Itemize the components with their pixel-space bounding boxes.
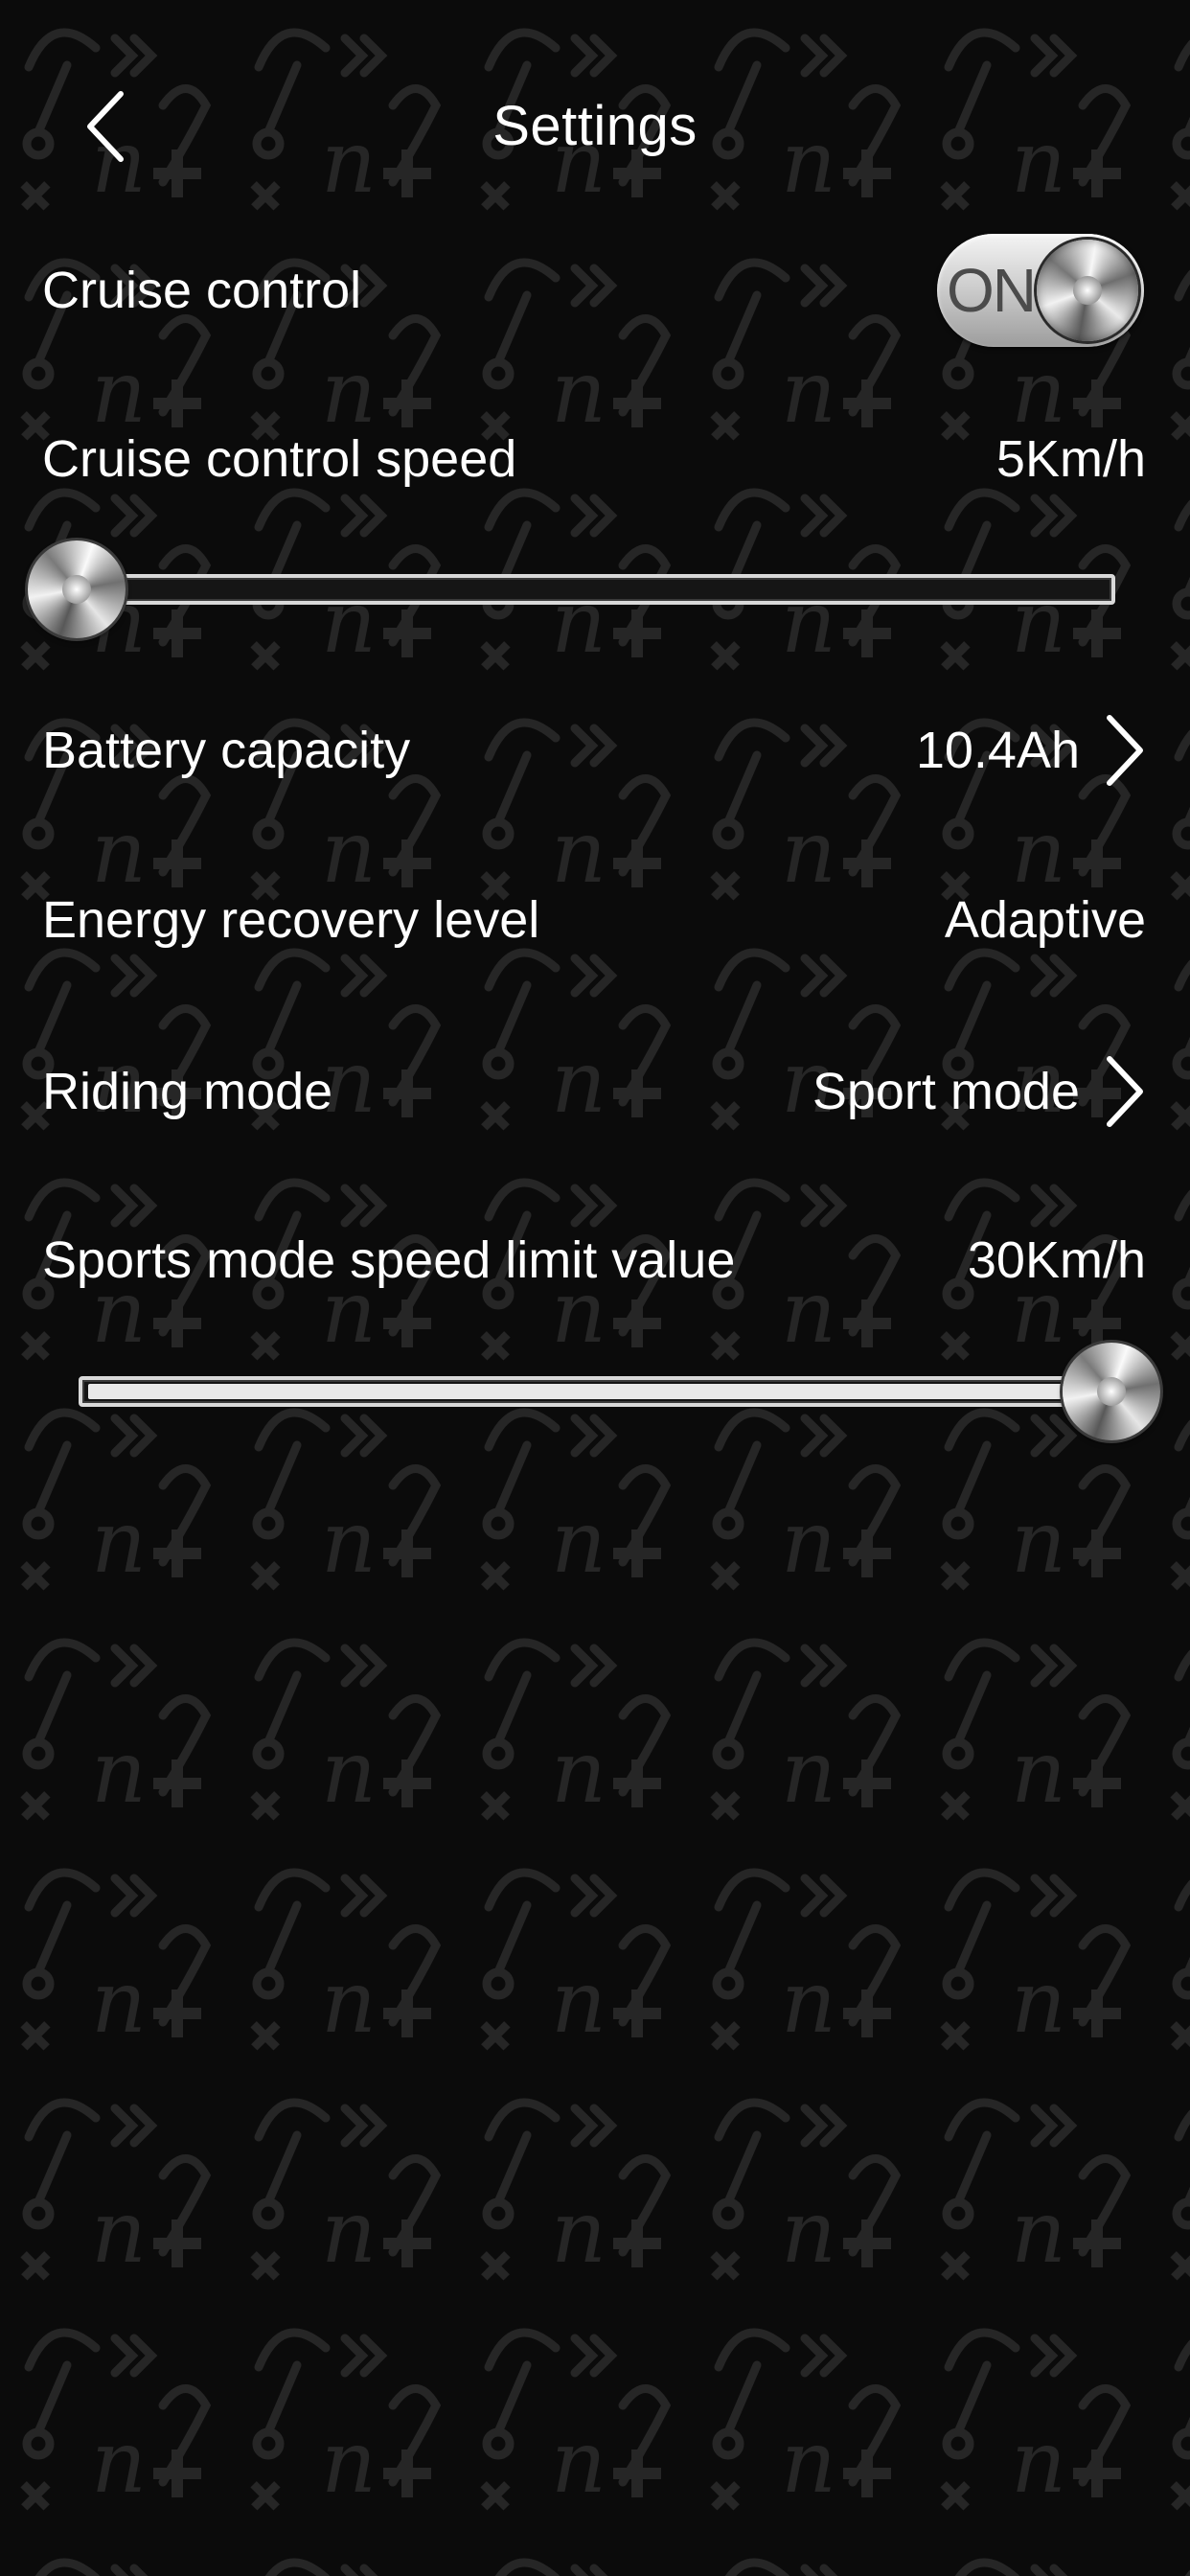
header: Settings (0, 67, 1190, 182)
energy-recovery-row[interactable]: Energy recovery level Adaptive (0, 867, 1190, 973)
riding-mode-label: Riding mode (42, 1063, 333, 1120)
cruise-control-toggle[interactable]: ON (937, 234, 1144, 347)
cruise-control-row: Cruise control ON (0, 234, 1190, 347)
slider-thumb[interactable] (28, 540, 126, 638)
toggle-state-text: ON (947, 256, 1037, 325)
slider-track (79, 574, 1115, 605)
chevron-right-icon (1107, 715, 1143, 786)
sport-limit-value: 30Km/h (967, 1231, 1146, 1289)
battery-capacity-label: Battery capacity (42, 722, 411, 779)
cruise-speed-label: Cruise control speed (42, 430, 517, 488)
slider-thumb[interactable] (1063, 1343, 1160, 1440)
cruise-speed-row: Cruise control speed 5Km/h (0, 406, 1190, 512)
slider-fill (88, 1384, 1117, 1399)
sport-limit-label: Sports mode speed limit value (42, 1231, 736, 1289)
slider-track (79, 1376, 1117, 1407)
energy-recovery-label: Energy recovery level (42, 891, 540, 949)
riding-mode-row[interactable]: Riding mode Sport mode (0, 1039, 1190, 1144)
riding-mode-value: Sport mode (812, 1063, 1080, 1120)
energy-recovery-value: Adaptive (944, 891, 1146, 949)
cruise-speed-slider[interactable] (0, 532, 1190, 647)
toggle-knob (1037, 240, 1138, 341)
settings-screen: Settings Cruise control ON Cruise contro… (0, 0, 1190, 2576)
cruise-control-label: Cruise control (42, 262, 362, 319)
chevron-right-icon (1107, 1056, 1143, 1127)
battery-capacity-row[interactable]: Battery capacity 10.4Ah (0, 698, 1190, 803)
sport-limit-row: Sports mode speed limit value 30Km/h (0, 1208, 1190, 1313)
cruise-speed-value: 5Km/h (995, 430, 1146, 488)
battery-capacity-value: 10.4Ah (915, 722, 1080, 779)
sport-limit-slider[interactable] (0, 1334, 1190, 1449)
page-title: Settings (492, 95, 698, 157)
